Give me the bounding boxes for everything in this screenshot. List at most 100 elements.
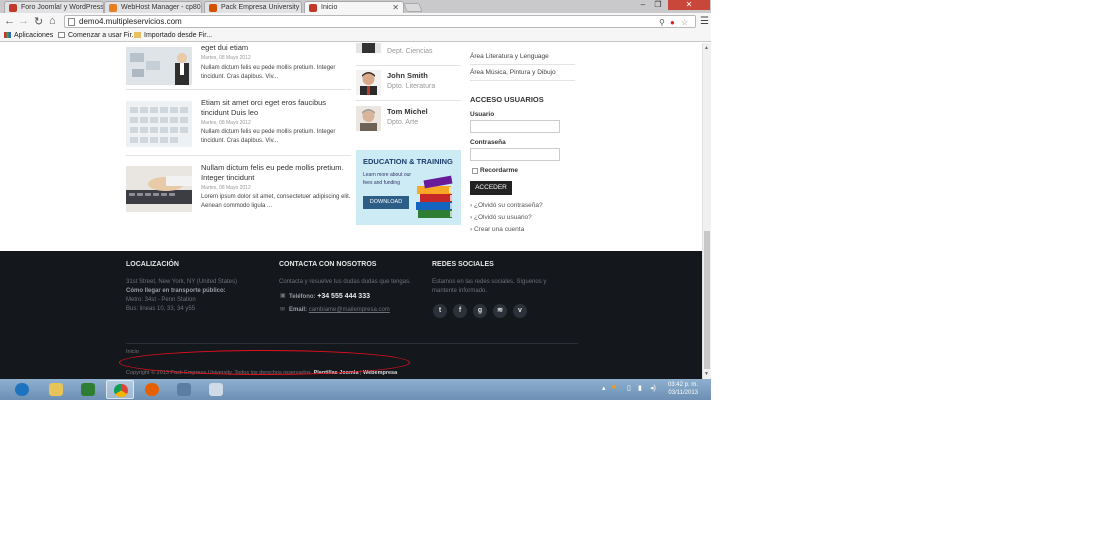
chrome-icon	[114, 384, 128, 397]
books-image	[416, 175, 453, 218]
forward-icon[interactable]: →	[18, 15, 29, 27]
page-icon	[58, 32, 65, 38]
close-tab-icon[interactable]: ✕	[392, 2, 399, 13]
battery-icon[interactable]: ▯	[627, 384, 631, 392]
bus-text: Bus: lineas 10, 33, 34 y55	[126, 306, 196, 312]
tab-label: Inicio	[321, 4, 338, 11]
transport-heading: Cómo llegar en transporte público:	[126, 288, 226, 294]
staff-item[interactable]: Tom Michel Dpto. Arte	[356, 106, 461, 136]
scroll-up-icon[interactable]: ▲	[704, 45, 709, 51]
volume-icon[interactable]: ◂)	[650, 384, 656, 392]
facebook-icon[interactable]: f	[453, 304, 467, 318]
taskbar-internet-explorer[interactable]	[8, 380, 36, 399]
search-icon[interactable]: ⚲	[659, 17, 665, 28]
red-annotation-ellipse	[119, 350, 410, 375]
social-text: Estamos en las redes sociales. Síguenos …	[432, 279, 547, 285]
tray-app-icon[interactable]: ■	[612, 384, 616, 391]
phone-line: Teléfono: +34 555 444 333	[289, 293, 370, 300]
password-input[interactable]	[470, 148, 560, 161]
scroll-thumb[interactable]	[704, 231, 710, 369]
staff-name[interactable]: Tom Michel	[387, 107, 428, 116]
bookmark-comenzar[interactable]: Comenzar a usar Fir...	[58, 32, 137, 39]
news-title[interactable]: eget dui etiam	[201, 43, 351, 53]
clock-time: 03:42 p. m.	[667, 382, 698, 388]
phone-icon: ▣	[280, 293, 286, 299]
news-excerpt: Nullam dictum felis eu pede mollis preti…	[201, 65, 336, 80]
news-date: Martes, 08 Mayo 2012	[201, 55, 251, 61]
folder-icon	[134, 32, 141, 38]
tab-foro-joomla[interactable]: Foro Joomla! y WordPress	[4, 1, 104, 13]
sidebar-link-literatura[interactable]: Área Literatura y Lenguage	[470, 53, 549, 60]
back-icon[interactable]: ←	[4, 15, 15, 27]
staff-name[interactable]: John Smith	[387, 71, 428, 80]
page-scrollbar[interactable]: ▲ ▼	[702, 43, 711, 379]
reload-icon[interactable]: ↻	[34, 15, 43, 28]
taskbar-file-explorer[interactable]	[42, 380, 70, 399]
bookmark-importado[interactable]: Importado desde Fir...	[134, 32, 212, 39]
news-date: Martes, 08 Mayo 2012	[201, 185, 251, 191]
taskbar-firefox[interactable]	[138, 380, 166, 399]
minimize-icon[interactable]: –	[636, 0, 650, 10]
username-input[interactable]	[470, 120, 560, 133]
sidebar-link-musica[interactable]: Área Música, Pintura y Dibujo	[470, 69, 556, 76]
tab-label: Pack Empresa University	[221, 4, 300, 11]
menu-icon[interactable]: ☰	[700, 16, 709, 27]
footer-divider	[126, 343, 578, 344]
staff-item[interactable]: John Smith Dpto. Literatura	[356, 70, 461, 100]
staff-avatar	[356, 43, 381, 53]
home-icon[interactable]: ⌂	[49, 15, 56, 27]
login-button[interactable]: ACCEDER	[470, 181, 512, 195]
login-title: ACCESO USUARIOS	[470, 95, 544, 104]
vimeo-icon[interactable]: v	[513, 304, 527, 318]
banner-subtitle: Learn more about our fees and funding	[363, 172, 412, 186]
rss-icon[interactable]: ≋	[493, 304, 507, 318]
download-button[interactable]: DOWNLOAD	[363, 196, 409, 209]
news-thumbnail-keyboard-image	[126, 166, 192, 212]
taskbar-notepad[interactable]	[202, 380, 230, 399]
close-window-button[interactable]: ✕	[668, 0, 710, 10]
news-date: Martes, 08 Mayo 2012	[201, 120, 251, 126]
bookmark-star-icon[interactable]: ☆	[681, 17, 688, 28]
news-title[interactable]: Etiam sit amet orci eget eros faucibus t…	[201, 98, 351, 118]
staff-department: Dpto. Literatura	[387, 83, 436, 90]
taskbar-chrome[interactable]	[106, 380, 134, 399]
file-explorer-icon	[49, 383, 63, 396]
education-training-banner[interactable]: EDUCATION & TRAINING Learn more about ou…	[356, 150, 461, 225]
restore-icon[interactable]: ❐	[651, 0, 665, 10]
internet-explorer-icon	[15, 383, 29, 396]
twitter-icon[interactable]: t	[433, 304, 447, 318]
taskbar-word[interactable]	[74, 380, 102, 399]
email-link[interactable]: cambiame@mailempresa.com	[309, 307, 390, 313]
remember-checkbox[interactable]	[472, 168, 478, 174]
divider	[126, 155, 351, 156]
tab-label: WebHost Manager - cp80	[121, 4, 201, 11]
word-icon	[81, 383, 95, 396]
footer-breadcrumb[interactable]: Inicio	[126, 349, 139, 355]
create-account-link[interactable]: › Crear una cuenta	[470, 226, 524, 233]
clock-date: 03/11/2013	[668, 390, 698, 396]
tab-webhost-manager[interactable]: WebHost Manager - cp80	[104, 1, 202, 13]
forgot-username-link[interactable]: › ¿Olvidó su usuario?	[470, 214, 532, 221]
new-tab-button[interactable]	[403, 3, 423, 12]
system-clock[interactable]: 03:42 p. m. 03/11/2013	[662, 381, 698, 397]
cpanel-favicon-icon	[109, 4, 117, 12]
news-excerpt: Lorem ipsum dolor sit amet, consectetuer…	[201, 194, 351, 209]
staff-item[interactable]: Dept. Ciencias	[356, 43, 461, 73]
address-bar[interactable]: demo4.multipleservicios.com ⚲ ● ☆	[64, 15, 696, 28]
google-icon[interactable]: g	[473, 304, 487, 318]
password-label: Contraseña	[470, 139, 506, 146]
extension-icon[interactable]: ●	[670, 17, 675, 28]
tab-pack-empresa[interactable]: Pack Empresa University	[204, 1, 302, 13]
signal-icon[interactable]: ▮	[638, 384, 642, 392]
contact-intro: Contacta y resuelve tus dudas dudas que …	[279, 279, 411, 285]
forgot-password-link[interactable]: › ¿Olvidó su contraseña?	[470, 202, 543, 209]
email-icon: ✉	[280, 307, 286, 313]
firefox-icon	[145, 383, 159, 396]
news-title[interactable]: Nullam dictum felis eu pede mollis preti…	[201, 163, 351, 183]
taskbar-network[interactable]	[170, 380, 198, 399]
remember-label: Recordarme	[480, 167, 518, 174]
tray-expand-icon[interactable]: ▴	[602, 384, 606, 392]
page-icon	[68, 18, 75, 26]
scroll-down-icon[interactable]: ▼	[704, 371, 709, 377]
bookmark-apps[interactable]: Aplicaciones	[4, 32, 53, 39]
